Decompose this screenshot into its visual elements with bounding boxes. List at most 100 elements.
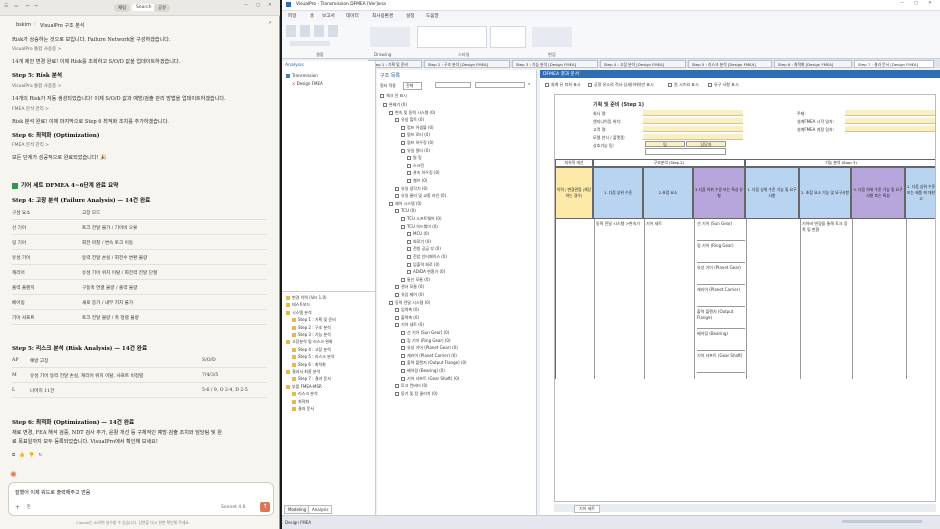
checkbox[interactable] [395, 118, 399, 123]
table-cell[interactable]: 베어링 (Bearing) [697, 331, 745, 351]
checkbox[interactable] [407, 179, 411, 183]
forward-icon[interactable]: → [34, 4, 38, 9]
tree-item[interactable]: 동력 전달 시스템 (0) [389, 300, 430, 306]
checkbox[interactable] [401, 224, 405, 229]
checkbox[interactable] [389, 300, 393, 305]
close-icon[interactable]: ✕ [928, 1, 932, 6]
thumbs-up-icon[interactable]: 👍 [19, 453, 29, 458]
tree-item[interactable]: 토크 컨버터 (0) [395, 383, 428, 389]
tool-use-link[interactable]: FMEA 분석 관리 > [12, 142, 49, 148]
table-cell[interactable]: 선 기어 (Sun Gear) [697, 221, 745, 241]
tree-item[interactable]: 통신 모듈 (0) [401, 277, 430, 283]
checkbox[interactable] [389, 201, 393, 206]
nav-tree-item[interactable]: Step 2 : 구조 분석 [292, 325, 331, 331]
tab-step5[interactable]: Step 5 : 리스크 분석 [Design FMEA] [688, 60, 772, 68]
tree-item[interactable]: 펌프 하우징 (0) [401, 140, 434, 146]
option-checkbox[interactable]: 회계 유 미쳐 표시 [545, 82, 581, 88]
tree-item[interactable]: 펌프 로터 (0) [401, 132, 430, 138]
style-gallery[interactable] [417, 26, 487, 48]
engineering-location-field[interactable] [643, 118, 743, 124]
filter-select[interactable]: 전체 [403, 82, 423, 90]
customer-name-field[interactable] [643, 126, 743, 132]
tree-item[interactable]: 유일 냉각기 (0) [395, 186, 428, 192]
checkbox[interactable] [395, 391, 399, 396]
search-icon[interactable]: ⌕ [528, 81, 530, 86]
nav-tree-item[interactable]: 최적화 [292, 399, 309, 405]
table-cell[interactable]: 기어 세트 [646, 221, 662, 227]
tree-item[interactable]: 관속 하우징 (0) [407, 170, 440, 176]
tab-step1[interactable]: Step 1 : 기획 및 준비 [368, 60, 422, 68]
tree-item[interactable]: 컴프 어셈블 (0) [401, 125, 434, 131]
style-gallery[interactable] [490, 26, 526, 48]
subject-field[interactable] [845, 110, 935, 116]
checkbox[interactable] [401, 361, 405, 366]
table-cell[interactable]: 기어비 변경을 통해 토크 증폭 및 변환 [802, 221, 850, 233]
menu-file[interactable]: 파일 [288, 13, 296, 19]
menu-report[interactable]: 보고서 [322, 13, 335, 19]
tree-item[interactable]: 유일 힐트 (0) [395, 117, 424, 123]
option-checkbox[interactable]: 공정 유소의 적사 상세(하위)만 표시 [588, 82, 654, 88]
nav-tree-item[interactable]: Step 1 : 기획 및 준비 [292, 317, 336, 323]
checkbox[interactable] [395, 384, 399, 389]
checkbox[interactable] [401, 148, 405, 153]
tree-item[interactable]: 입력축 (0) [395, 307, 419, 313]
retry-icon[interactable]: ↻ [38, 453, 46, 458]
minimize-icon[interactable]: — [244, 3, 249, 8]
menu-environment[interactable]: 최사용환경 [372, 13, 393, 19]
checkbox[interactable] [395, 285, 399, 290]
tree-item[interactable]: 출력 플랜지 (Output Flange) (0) [401, 360, 467, 366]
tree-item[interactable]: 출력축 (0) [395, 315, 419, 321]
checkbox[interactable] [395, 323, 399, 328]
tool-use-link[interactable]: VisualPro 통합 사용중 > [12, 83, 61, 89]
tree-item[interactable]: TCU (0) [395, 208, 416, 214]
table-cell[interactable]: 동력 전달 시스템 >변속기 [596, 221, 642, 227]
checkbox[interactable] [401, 133, 405, 138]
checkbox[interactable] [407, 262, 411, 267]
tree-item[interactable]: 링 기어 (Ring Gear) (0) [401, 338, 451, 344]
tree-item[interactable]: 필 링 [407, 155, 422, 161]
checkbox[interactable] [383, 103, 387, 107]
start-date-field[interactable] [845, 118, 935, 124]
tool-use-link[interactable]: FMEA 분석 관리 > [12, 106, 49, 112]
tree-item[interactable]: TCU 하드웨어 (0) [401, 224, 438, 230]
menu-help[interactable]: 도움말 [426, 13, 439, 19]
model-platform-field[interactable] [643, 134, 743, 140]
tab-step2[interactable]: Step 2 : 구조 분석 [Design FMEA] [424, 60, 510, 68]
tab-modeling[interactable]: Modeling [284, 505, 311, 514]
tree-item[interactable]: Transmission [286, 73, 318, 78]
tree-item[interactable]: 전원 공급 부 (0) [407, 246, 441, 252]
option-checkbox[interactable]: 유구 사항 표시 [708, 82, 739, 88]
ribbon-button[interactable] [300, 25, 310, 37]
tab-analysis[interactable]: Analysis [308, 505, 333, 514]
checkbox[interactable] [395, 293, 399, 297]
tree-item[interactable]: 캐리어 (Planet Carrier) (0) [401, 353, 457, 359]
checkbox[interactable] [401, 125, 405, 130]
revision-date-field[interactable] [845, 126, 935, 132]
tree-item[interactable]: 제어 시스템 (0) [389, 201, 422, 207]
tree-item[interactable]: 전압 인터페이스 (0) [407, 254, 447, 260]
ribbon-button[interactable] [286, 25, 296, 37]
tree-item[interactable]: 베어링 (Bearing) (0) [401, 368, 445, 374]
tab-step7[interactable]: Step 7 : 결과 문서 [Design FMEA] [854, 60, 934, 68]
sidebar-icon[interactable]: ▭ [14, 4, 18, 9]
checkbox[interactable] [407, 239, 411, 244]
table-cell[interactable]: 링 기어 (Ring Gear) [697, 243, 745, 263]
nav-tree-item[interactable]: Step 3 : 기능 분석 [292, 332, 331, 338]
tree-item[interactable]: 유압 제어 (0) [395, 292, 424, 298]
checkbox[interactable] [407, 232, 411, 237]
tree-item[interactable]: 스크린 [407, 163, 424, 169]
nav-tree-item[interactable]: 고장분석 및 리스크 완화 [286, 339, 333, 345]
nav-tree-item[interactable]: 부품 FMEA-MSR [286, 384, 322, 390]
menu-data[interactable]: 데이터 [346, 13, 359, 19]
tree-item[interactable]: 유성 기어 (Planet Gear) (0) [401, 345, 458, 351]
tab-step3[interactable]: Step 3 : 기능 분석 [Design FMEA] [512, 60, 598, 68]
tool-use-link[interactable]: VisualPro 통합 사용중 > [12, 46, 61, 52]
show-checkbox[interactable]: 체크 안 표시 [380, 93, 407, 99]
back-icon[interactable]: ← [26, 4, 30, 9]
checkbox[interactable] [407, 156, 411, 161]
add-icon[interactable]: + [15, 504, 20, 511]
tree-item[interactable]: 센서 모듈 (0) [395, 284, 424, 290]
nav-tree-item[interactable]: 시스템 분석 [286, 310, 312, 316]
tab-share[interactable]: 공유 [154, 4, 171, 12]
checkbox[interactable] [407, 255, 411, 259]
